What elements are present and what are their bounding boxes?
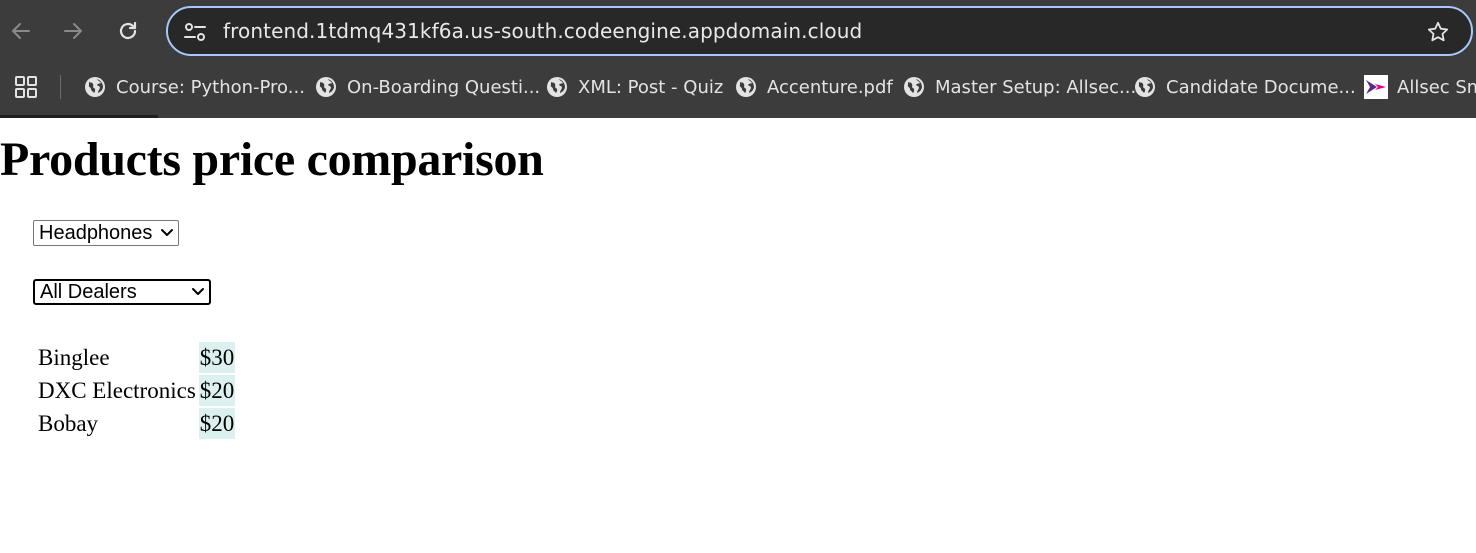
globe-icon: [547, 77, 567, 97]
forward-button[interactable]: [54, 12, 92, 50]
price-table: Binglee $30 DXC Electronics $20 Bobay $2…: [35, 340, 237, 441]
apps-grid-icon: [15, 76, 37, 98]
page-content: Products price comparison Headphones All…: [0, 118, 1476, 553]
globe-icon: [736, 77, 756, 97]
allsec-logo-icon: [1364, 75, 1388, 99]
bookmarks-separator: [60, 75, 61, 99]
address-bar[interactable]: frontend.1tdmq431kf6a.us-south.codeengin…: [166, 6, 1473, 56]
bookmark-item[interactable]: XML: Post - Quiz: [546, 72, 723, 102]
product-select[interactable]: Headphones: [33, 220, 179, 246]
chevron-down-icon: [161, 229, 173, 236]
bookmark-item[interactable]: Accenture.pdf: [735, 72, 893, 102]
reload-icon: [119, 21, 137, 40]
dealer-name: Binglee: [38, 344, 110, 370]
globe-icon: [85, 77, 105, 97]
site-info-button[interactable]: [182, 21, 208, 43]
table-row: Binglee $30: [37, 342, 236, 373]
bookmarks-bar: Course: Python-Pro... On-Boarding Questi…: [0, 66, 1476, 106]
globe-icon: [904, 77, 924, 97]
bookmark-label: On-Boarding Questi...: [347, 76, 541, 98]
bookmark-label: Master Setup: Allsec...: [935, 76, 1137, 98]
bookmark-star-button[interactable]: [1425, 19, 1451, 45]
bookmark-label: Course: Python-Pro...: [116, 76, 305, 98]
tune-icon: [184, 23, 206, 41]
dealer-name: Bobay: [38, 410, 99, 436]
bookmark-label: Accenture.pdf: [767, 76, 893, 98]
table-row: DXC Electronics $20: [37, 375, 236, 406]
bookmark-item[interactable]: On-Boarding Questi...: [315, 72, 540, 102]
bookmark-item[interactable]: Course: Python-Pro...: [84, 72, 305, 102]
dealer-select-value: All Dealers: [40, 280, 137, 303]
price-value: $20: [198, 408, 236, 439]
bookmark-item[interactable]: Candidate Docume...: [1134, 72, 1356, 102]
table-row: Bobay $20: [37, 408, 236, 439]
globe-icon: [316, 77, 336, 97]
arrow-left-icon: [12, 23, 30, 39]
price-value: $20: [198, 375, 236, 406]
bookmark-label: XML: Post - Quiz: [578, 76, 724, 98]
apps-grid-button[interactable]: [14, 75, 38, 99]
page-title: Products price comparison: [0, 133, 544, 186]
reload-button[interactable]: [109, 12, 147, 50]
browser-chrome: frontend.1tdmq431kf6a.us-south.codeengin…: [0, 0, 1476, 118]
bookmark-label: Allsec Sma: [1397, 76, 1476, 98]
price-value: $30: [198, 342, 236, 373]
arrow-right-icon: [64, 23, 82, 39]
bookmark-item[interactable]: Master Setup: Allsec...: [903, 72, 1136, 102]
bookmark-item[interactable]: Allsec Sma: [1364, 72, 1476, 102]
url-text[interactable]: frontend.1tdmq431kf6a.us-south.codeengin…: [223, 19, 862, 43]
dealer-select[interactable]: All Dealers: [33, 279, 211, 305]
star-icon: [1427, 21, 1449, 42]
bookmark-label: Candidate Docume...: [1166, 76, 1356, 98]
chevron-down-icon: [192, 288, 204, 295]
globe-icon: [1135, 77, 1155, 97]
dealer-name: DXC Electronics: [38, 377, 196, 403]
product-select-value: Headphones: [39, 221, 153, 244]
back-button[interactable]: [2, 12, 40, 50]
